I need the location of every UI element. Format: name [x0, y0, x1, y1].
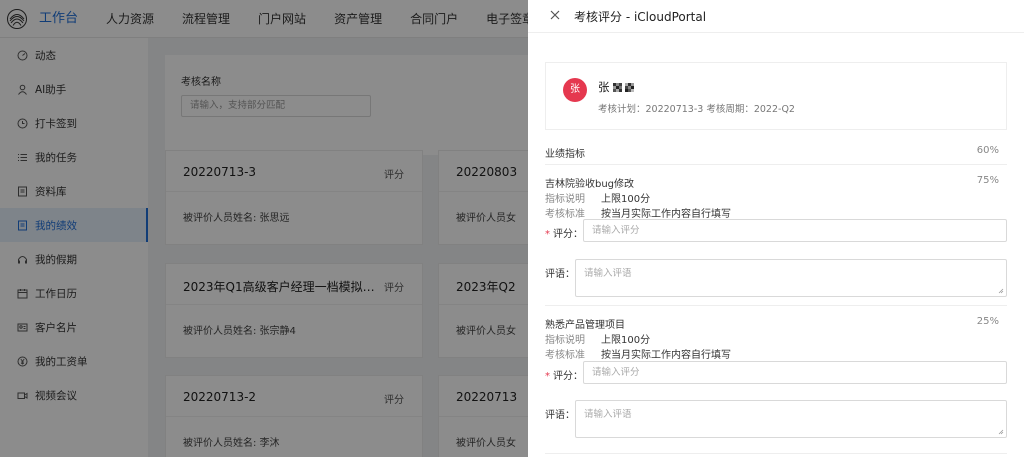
- appraisee-name: 张: [598, 79, 635, 95]
- close-icon[interactable]: [548, 8, 562, 22]
- comment-placeholder: 请输入评语: [584, 268, 632, 279]
- drawer-header: 考核评分 - iCloudPortal: [528, 0, 1024, 33]
- indicator-standard: 考核标准 按当月实际工作内容自行填写: [545, 346, 731, 361]
- indicator-description: 指标说明 上限100分: [545, 190, 650, 205]
- indicator-weight: 25%: [976, 316, 999, 327]
- description-key: 指标说明: [545, 194, 585, 205]
- appraisee-profile: 张 张 考核计划：20220713-3 考核周期：2022-Q2: [545, 62, 1007, 130]
- standard-key: 考核标准: [545, 209, 585, 220]
- resize-handle-icon[interactable]: [998, 429, 1004, 435]
- comment-label: 评语：: [545, 410, 575, 421]
- divider: [545, 305, 1007, 306]
- indicator-name: 熟悉产品管理项目: [545, 320, 625, 331]
- comment-textarea[interactable]: 请输入评语: [575, 400, 1007, 438]
- resize-handle-icon[interactable]: [998, 288, 1004, 294]
- score-label-text: 评分：: [553, 371, 583, 382]
- indicator-header: 熟悉产品管理项目 25%: [545, 316, 1007, 331]
- score-input[interactable]: 请输入评分: [583, 219, 1007, 242]
- appraisal-meta: 考核计划：20220713-3 考核周期：2022-Q2: [598, 104, 795, 115]
- modal-overlay[interactable]: [0, 0, 528, 457]
- description-key: 指标说明: [545, 335, 585, 346]
- description-value: 上限100分: [601, 335, 651, 346]
- indicator-weight: 75%: [976, 175, 999, 186]
- score-input[interactable]: 请输入评分: [583, 361, 1007, 384]
- indicator-name: 吉林院验收bug修改: [545, 179, 635, 190]
- score-label: * 评分：: [545, 367, 583, 382]
- standard-value: 按当月实际工作内容自行填写: [601, 350, 731, 361]
- required-mark: *: [545, 229, 550, 240]
- comment-placeholder: 请输入评语: [584, 409, 632, 420]
- comment-textarea[interactable]: 请输入评语: [575, 259, 1007, 297]
- comment-label: 评语：: [545, 269, 575, 280]
- scoring-drawer: 考核评分 - iCloudPortal 张 张 考核计划：20220713-3 …: [528, 0, 1024, 457]
- description-value: 上限100分: [601, 194, 651, 205]
- divider: [545, 453, 1007, 454]
- indicator-description: 指标说明 上限100分: [545, 331, 650, 346]
- standard-key: 考核标准: [545, 350, 585, 361]
- avatar: 张: [563, 78, 587, 102]
- required-mark: *: [545, 371, 550, 382]
- drawer-title: 考核评分 - iCloudPortal: [574, 10, 707, 24]
- appraisee-name-text: 张: [598, 80, 610, 94]
- divider: [545, 164, 1007, 165]
- score-label-text: 评分：: [553, 229, 583, 240]
- name-mosaic-icon: [613, 83, 635, 92]
- indicator-standard: 考核标准 按当月实际工作内容自行填写: [545, 205, 731, 220]
- score-label: * 评分：: [545, 225, 583, 240]
- category-header: 业绩指标 60%: [545, 145, 1007, 160]
- category-label: 业绩指标: [545, 149, 585, 160]
- indicator-header: 吉林院验收bug修改 75%: [545, 175, 1007, 190]
- category-weight: 60%: [976, 145, 999, 156]
